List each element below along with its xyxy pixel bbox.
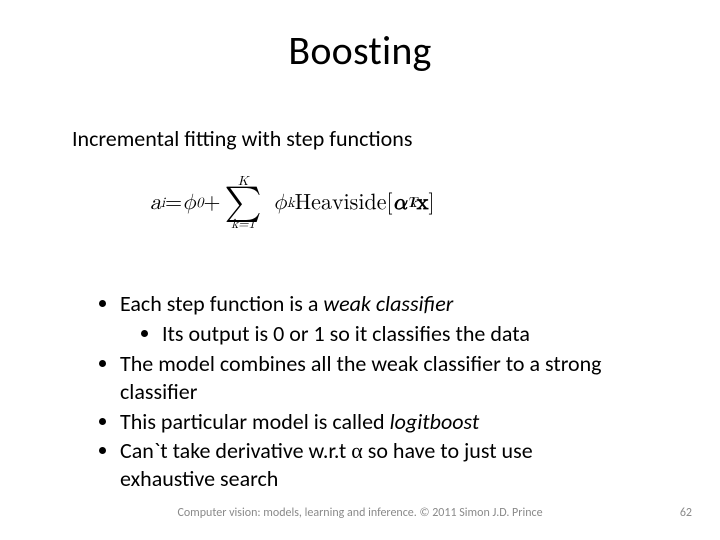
bullet-1-em: weak classifier	[323, 290, 453, 317]
equation: ai = ϕ0 + K∑k=1 ϕkHeaviside[αTkx]	[150, 175, 570, 231]
eq-phik: ϕ	[273, 190, 287, 216]
bullet-1-text-a: Each step function is a	[120, 290, 323, 317]
page-number: 62	[680, 506, 692, 520]
eq-sum: K∑k=1	[225, 175, 262, 231]
eq-phi0-sub: 0	[196, 194, 203, 212]
eq-eq: =	[165, 190, 182, 216]
bullet-2: The model combines all the weak classifi…	[120, 350, 630, 406]
bullet-3: This particular model is called logitboo…	[120, 408, 630, 436]
bullet-4: Can`t take derivative w.r.t α so have to…	[120, 437, 630, 493]
bullet-4-sym: α	[351, 438, 363, 463]
bullet-3-em: logitboost	[390, 408, 480, 435]
eq-phik-sub: k	[287, 194, 295, 212]
bullet-list: Each step function is a weak classifier …	[100, 290, 630, 494]
eq-plus: +	[203, 190, 220, 216]
eq-alpha: α	[393, 190, 407, 216]
bullet-3-text-a: This particular model is called	[120, 408, 390, 435]
eq-x: x	[417, 190, 429, 216]
slide-title: Boosting	[0, 26, 720, 75]
footer-text: Computer vision: models, learning and in…	[0, 506, 720, 520]
slide: Boosting Incremental fitting with step f…	[0, 0, 720, 540]
eq-rbr: ]	[428, 190, 434, 216]
eq-phi0: ϕ	[182, 190, 196, 216]
eq-sum-sym: ∑	[225, 188, 262, 218]
bullet-4-text-a: Can`t take derivative w.r.t	[120, 437, 351, 464]
slide-subtitle: Incremental fitting with step functions	[72, 125, 412, 152]
bullet-1-sub: Its output is 0 or 1 so it classifies th…	[162, 320, 630, 348]
eq-lhs-var: a	[150, 190, 161, 216]
eq-sum-bot: k=1	[231, 218, 255, 231]
eq-fn: Heaviside	[295, 190, 387, 216]
bullet-1: Each step function is a weak classifier …	[120, 290, 630, 348]
eq-alpha-sub: k	[409, 194, 417, 212]
